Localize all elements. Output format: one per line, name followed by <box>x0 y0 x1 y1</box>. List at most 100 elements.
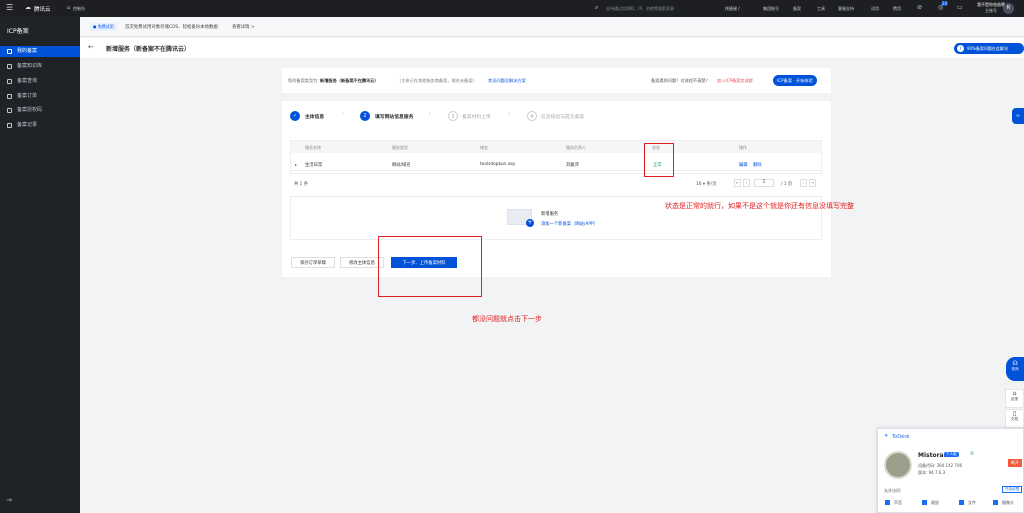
todesk-avatar <box>884 451 912 479</box>
keyboard-checkbox[interactable] <box>922 500 927 505</box>
mail-icon[interactable]: ▭ <box>957 4 963 11</box>
cloud-logo-icon[interactable]: ☁ <box>25 4 31 11</box>
add-circle-icon: + <box>526 219 534 227</box>
topbar-link-billing[interactable]: 费用 <box>893 6 901 12</box>
join-group-link[interactable]: 加入ICP备案交流群 <box>717 78 753 84</box>
sidebar-item-orders[interactable]: 备案订单 <box>0 91 80 102</box>
docs-button[interactable]: ▯ 文档 <box>1005 409 1024 428</box>
step-1-circle: ✓ <box>290 111 300 121</box>
icp-experience-button[interactable]: ICP备案 · 开始体验 <box>773 75 817 86</box>
add-service-link[interactable]: 添加一个新备案（网站/APP） <box>541 221 598 227</box>
collapse-sidebar-icon[interactable]: ⇥ <box>6 496 12 504</box>
book-icon <box>7 64 12 69</box>
step-2-circle: 2 <box>360 111 370 121</box>
todesk-allow-button[interactable]: 开启权限 <box>1002 486 1023 493</box>
expand-row-icon[interactable]: ▸ <box>295 162 297 167</box>
todesk-logo-icon: ✈ <box>884 433 889 439</box>
search-icon[interactable]: ⌕ <box>595 4 598 12</box>
table-row-divider <box>291 170 821 171</box>
topbar-link-trial[interactable]: 试用 <box>871 6 879 12</box>
page-size-select[interactable]: 10 ▾ 条/页 <box>696 181 716 187</box>
sidebar-item-knowledge[interactable]: 备案知识库 <box>0 61 80 72</box>
home-icon[interactable]: ⌂ <box>67 5 70 11</box>
status-highlight-box <box>644 143 674 177</box>
sidebar-item-label: 备案授权码 <box>17 107 43 113</box>
step-1-label: 主体信息 <box>305 115 325 120</box>
todesk-version: 版本: 94.7.6.3 <box>918 470 946 475</box>
sidebar-item-label: 我的备案 <box>17 48 38 54</box>
step-arrow-icon: › <box>342 112 344 117</box>
phone-icon[interactable]: ✆ <box>970 451 974 457</box>
doc-icon <box>7 49 12 54</box>
console-link[interactable]: 控制台 <box>73 6 85 12</box>
faq-link[interactable]: 常见问题及解决方案 <box>488 78 526 84</box>
next-highlight-box <box>378 236 482 297</box>
total-count: 共 1 条 <box>294 182 309 187</box>
docs-icon: ▯ <box>1012 410 1017 417</box>
top-bar: ☰ ☁ 腾讯云 ⌂ 控制台 ⌕ 支持通过实例ID、IP、名称等搜索资源 快捷键 … <box>0 0 1024 17</box>
help-icon[interactable]: ⊘ <box>917 4 922 11</box>
camera-checkbox[interactable] <box>993 500 998 505</box>
notice-link[interactable]: 查看详情 > <box>232 24 255 30</box>
page-input[interactable]: 1 <box>754 179 774 187</box>
option-camera-label: 摄像头 <box>1002 500 1014 505</box>
search-icon <box>7 79 12 84</box>
step-3-circle: 3 <box>448 111 458 121</box>
todesk-disconnect-button[interactable]: 断开 <box>1008 459 1022 467</box>
beian-type: 新增服务（新备案不在腾讯云） <box>320 78 379 83</box>
todesk-panel: ✈ ToDesk Mistora. 个人版 ✆ 设备代码: 394 142 70… <box>877 428 1024 513</box>
feedback-button[interactable]: ⌂ 反馈 <box>1005 389 1024 408</box>
todesk-user-name: Mistora. <box>918 452 946 459</box>
question-text: 备案遇到问题？对流程不清楚？ <box>651 78 710 83</box>
page-header: ← 新增服务（新备案不在腾讯云） ? 90%备案问题在此解决 <box>80 38 1024 59</box>
sidebar: ICP备案 我的备案 备案知识库 备案查询 备案订单 备案授权码 备案记录 ⇥ <box>0 17 80 513</box>
menu-icon[interactable]: ☰ <box>6 3 13 12</box>
help-center-label: 90%备案问题在此解决 <box>967 46 1008 51</box>
record-icon <box>7 123 12 128</box>
help-circle-icon: ? <box>957 45 964 52</box>
sidebar-item-query[interactable]: 备案查询 <box>0 76 80 87</box>
topbar-link-beian[interactable]: 备案 <box>793 6 801 12</box>
back-arrow-icon[interactable]: ← <box>88 43 94 51</box>
topbar-link-group-account[interactable]: 集团账号 <box>763 6 779 12</box>
option-keyboard-label: 键鼠 <box>931 500 939 505</box>
prev-page-icon[interactable]: ‹ <box>743 179 750 187</box>
float-cloud-icon[interactable]: ∞ <box>1012 108 1024 124</box>
avatar[interactable]: R <box>1003 3 1014 14</box>
main-card <box>282 101 831 277</box>
column-header-actions: 操作 <box>739 145 747 150</box>
notice-bar: ● 免费试用 首次免费试用对象存储COS、轻松备份本地数据 查看详情 > <box>80 17 1024 37</box>
file-checkbox[interactable] <box>959 500 964 505</box>
step-4-label: 信息核验与提交备案 <box>541 115 585 120</box>
headset-icon: ☊ <box>1012 360 1018 367</box>
sidebar-item-auth-code[interactable]: 备案授权码 <box>0 105 80 116</box>
sidebar-item-label: 备案查询 <box>17 78 38 84</box>
sidebar-item-records[interactable]: 备案记录 <box>0 120 80 131</box>
first-page-icon[interactable]: ⇤ <box>734 179 741 187</box>
status-annotation: 状态是正常的就行，如果不是这个就是你还有信息没填写完整 <box>665 202 854 210</box>
step-arrow-icon: › <box>429 112 431 117</box>
todesk-tag: 个人版 <box>944 452 959 457</box>
search-input[interactable]: 支持通过实例ID、IP、名称等搜索资源 <box>606 6 674 12</box>
topbar-link-support[interactable]: 客服支持 <box>838 6 854 12</box>
sound-checkbox[interactable] <box>885 500 890 505</box>
step-4-circle: 4 <box>527 111 537 121</box>
save-draft-button[interactable]: 保存订单草稿 <box>291 257 335 268</box>
type-desc: （主体已在其他服务商备案，域名未备案） <box>397 78 477 83</box>
last-page-icon[interactable]: ⇥ <box>809 179 816 187</box>
cell-owner: 刘雅萍 <box>566 163 579 168</box>
consult-label: 咨询 <box>1011 367 1019 371</box>
sidebar-item-my-beian[interactable]: 我的备案 <box>0 46 80 57</box>
logo-text[interactable]: 腾讯云 <box>34 5 51 13</box>
list-icon <box>7 94 12 99</box>
delete-link[interactable]: 删除 <box>753 162 762 168</box>
cell-domain: toolsdopkun.xsp <box>480 162 516 167</box>
step-2-label: 填写网站信息服务 <box>375 115 414 120</box>
sidebar-item-label: 备案订单 <box>17 93 38 99</box>
edit-link[interactable]: 编辑 <box>739 162 748 168</box>
notice-text: 首次免费试用对象存储COS、轻松备份本地数据 <box>125 25 218 30</box>
topbar-link-tools[interactable]: 工具 <box>817 6 825 12</box>
next-page-icon[interactable]: › <box>800 179 807 187</box>
help-center-button[interactable]: ? 90%备案问题在此解决 <box>954 43 1024 54</box>
consult-button[interactable]: ☊ 咨询 <box>1006 357 1024 381</box>
